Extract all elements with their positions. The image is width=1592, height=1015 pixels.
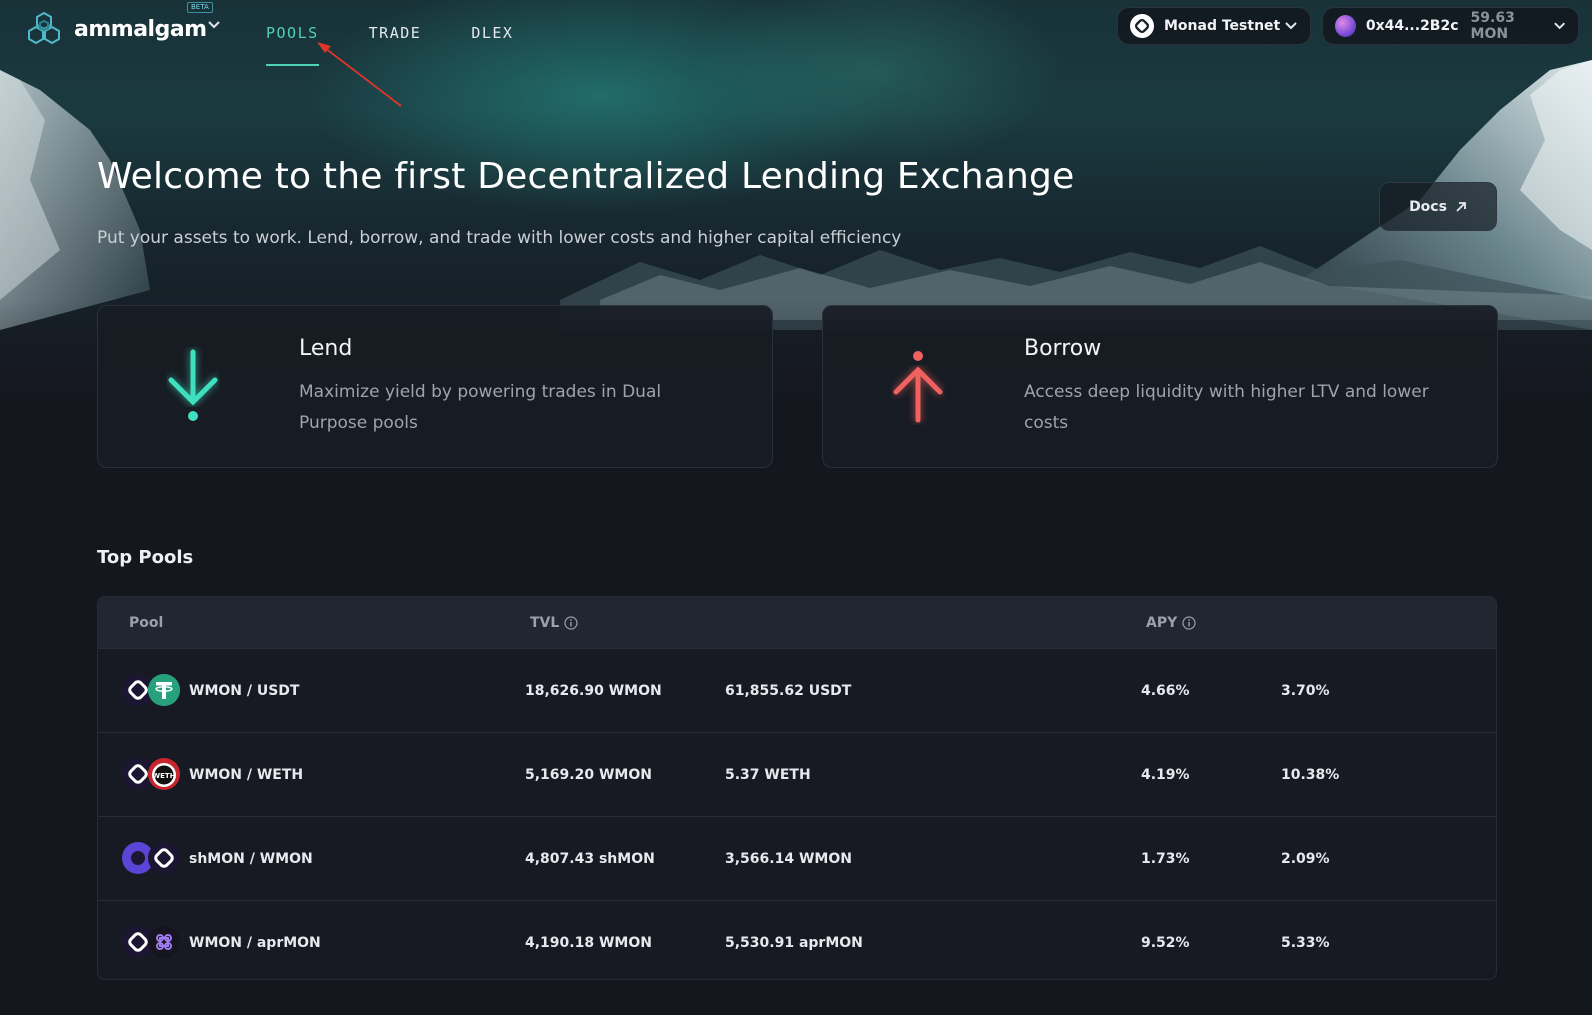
borrow-title: Borrow: [1024, 336, 1102, 361]
weth-icon: WETH: [148, 758, 180, 790]
ammalgam-logo-icon: [28, 11, 60, 45]
aprmon-icon: [148, 926, 180, 958]
beta-badge: BETA: [187, 2, 213, 13]
tvl-token-b: 5,530.91 aprMON: [725, 934, 863, 951]
table-row[interactable]: WMON / USDT 18,626.90 WMON 61,855.62 USD…: [98, 648, 1496, 732]
chevron-down-icon: [1553, 22, 1565, 30]
wallet-button[interactable]: 0x44...2B2c 59.63 MON: [1322, 7, 1579, 45]
header-pool[interactable]: Pool: [129, 597, 163, 648]
token-pair-icons: [122, 842, 184, 874]
wallet-balance: 59.63 MON: [1470, 10, 1515, 42]
lend-description: Maximize yield by powering trades in Dua…: [299, 382, 662, 433]
wmon-icon: [148, 842, 180, 874]
top-header: ammalgam BETA POOLS TRADE DLEX Monad Tes…: [0, 0, 1592, 107]
pool-pair: WMON / WETH: [189, 766, 304, 783]
lend-card[interactable]: Lend Maximize yield by powering trades i…: [97, 305, 773, 468]
header-apy-label: APY: [1146, 614, 1178, 631]
tvl-token-a: 4,807.43 shMON: [525, 850, 655, 867]
apy-a: 9.52%: [1141, 934, 1190, 951]
borrow-card[interactable]: Borrow Access deep liquidity with higher…: [822, 305, 1498, 468]
wallet-address: 0x44...2B2c: [1365, 18, 1459, 34]
top-pools-table: Pool TVL APY WMON / USDT 18,626.90 WMON: [97, 596, 1497, 980]
lend-title: Lend: [299, 336, 353, 361]
network-name: Monad Testnet: [1164, 18, 1281, 34]
monad-network-icon: [1130, 14, 1154, 38]
nav-dlex[interactable]: DLEX: [471, 0, 513, 66]
tvl-token-b: 3,566.14 WMON: [725, 850, 852, 867]
hero-subtitle: Put your assets to work. Lend, borrow, a…: [97, 228, 902, 248]
brand-logo[interactable]: ammalgam: [26, 11, 207, 47]
main-nav: POOLS TRADE DLEX: [266, 0, 563, 66]
table-row[interactable]: WMON / aprMON 4,190.18 WMON 5,530.91 apr…: [98, 900, 1496, 979]
tvl-token-b: 5.37 WETH: [725, 766, 811, 783]
apy-a: 4.19%: [1141, 766, 1190, 783]
token-pair-icons: WETH: [122, 758, 184, 790]
apy-b: 10.38%: [1281, 766, 1340, 783]
header-tvl[interactable]: TVL: [530, 597, 578, 648]
wallet-avatar: [1335, 15, 1356, 37]
info-icon[interactable]: [564, 615, 578, 630]
apy-a: 1.73%: [1141, 850, 1190, 867]
apy-b: 2.09%: [1281, 850, 1330, 867]
hero-title: Welcome to the first Decentralized Lendi…: [97, 156, 1075, 197]
docs-button[interactable]: Docs: [1379, 182, 1497, 231]
info-icon[interactable]: [1182, 615, 1196, 630]
docs-label: Docs: [1409, 198, 1447, 215]
table-header: Pool TVL APY: [98, 597, 1496, 648]
chevron-down-icon: [1285, 22, 1297, 30]
external-link-icon: [1455, 201, 1467, 213]
table-row[interactable]: shMON / WMON 4,807.43 shMON 3,566.14 WMO…: [98, 816, 1496, 900]
arrow-up-icon: [893, 351, 943, 423]
pool-pair: WMON / USDT: [189, 682, 300, 699]
header-pool-label: Pool: [129, 614, 164, 631]
nav-pools[interactable]: POOLS: [266, 0, 319, 66]
annotation-arrow-icon: [317, 42, 402, 107]
tvl-token-a: 18,626.90 WMON: [525, 682, 662, 699]
pool-pair: shMON / WMON: [189, 850, 313, 867]
table-row[interactable]: WETH WMON / WETH 5,169.20 WMON 5.37 WETH…: [98, 732, 1496, 816]
apy-b: 3.70%: [1281, 682, 1330, 699]
brand-name: ammalgam: [74, 16, 207, 42]
network-selector[interactable]: Monad Testnet: [1117, 7, 1311, 45]
pool-pair: WMON / aprMON: [189, 934, 321, 951]
token-pair-icons: [122, 674, 184, 706]
chevron-down-icon[interactable]: [207, 20, 221, 30]
usdt-icon: [148, 674, 180, 706]
header-tvl-label: TVL: [530, 614, 560, 631]
tvl-token-a: 4,190.18 WMON: [525, 934, 652, 951]
apy-b: 5.33%: [1281, 934, 1330, 951]
token-pair-icons: [122, 926, 184, 958]
borrow-description: Access deep liquidity with higher LTV an…: [1024, 382, 1429, 433]
weth-icon-text: WETH: [152, 772, 175, 780]
header-apy[interactable]: APY: [1146, 597, 1196, 648]
arrow-down-icon: [168, 349, 218, 421]
apy-a: 4.66%: [1141, 682, 1190, 699]
tvl-token-a: 5,169.20 WMON: [525, 766, 652, 783]
tvl-token-b: 61,855.62 USDT: [725, 682, 852, 699]
top-pools-heading: Top Pools: [97, 547, 194, 568]
